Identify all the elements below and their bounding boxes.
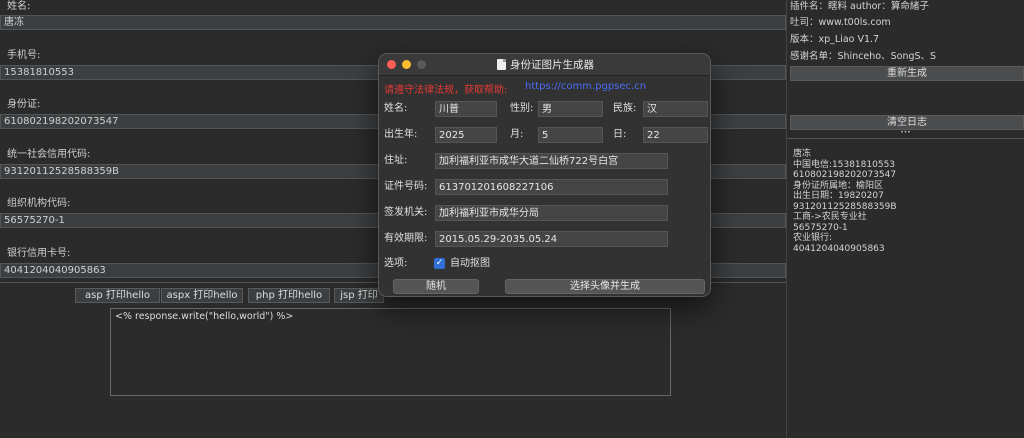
dlg-name-label: 姓名: — [384, 103, 408, 114]
asp-hello-button[interactable]: asp 打印hello — [75, 288, 160, 303]
split-grip[interactable]: ••• — [787, 130, 1024, 138]
dialog-title-text: 身份证图片生成器 — [510, 59, 594, 71]
log-line: 610802198202073547 — [793, 170, 897, 180]
website-info: 吐司：www.t00ls.com — [790, 17, 891, 28]
credit-code-label: 统一社会信用代码: — [7, 149, 91, 160]
log-line: 出生日期：19820207 — [793, 191, 884, 201]
dialog-title: 身份证图片生成器 — [497, 54, 594, 76]
dlg-day-input[interactable]: 22 — [643, 127, 708, 143]
name-label: 姓名: — [7, 1, 31, 12]
log-line: 93120112528588359B — [793, 201, 897, 212]
log-line: 56575270-1 — [793, 222, 848, 233]
jsp-hello-button[interactable]: jsp 打印 — [334, 288, 384, 303]
plugin-info: 插件名：瞎料 author：算命緒子 — [790, 1, 929, 12]
dialog-titlebar[interactable]: 身份证图片生成器 — [379, 54, 710, 76]
id-card-generator-dialog: 身份证图片生成器 请遵守法律法规，获取帮助: https://comm.pgps… — [378, 53, 711, 297]
auto-crop-label[interactable]: 自动抠图 — [450, 256, 490, 272]
dlg-options-label: 选项: — [384, 258, 408, 269]
dlg-ethnicity-input[interactable]: 汉 — [643, 101, 708, 117]
log-line: 4041204040905863 — [793, 243, 885, 254]
minimize-window-icon[interactable] — [402, 60, 411, 69]
dlg-gender-input[interactable]: 男 — [538, 101, 603, 117]
law-warning: 请遵守法律法规，获取帮助: — [384, 85, 508, 96]
auto-crop-checkbox[interactable]: ✓ — [434, 258, 445, 269]
phone-label: 手机号: — [7, 50, 41, 61]
dlg-address-input[interactable]: 加利福利亚市成华大道二仙桥722号白宫 — [435, 153, 668, 169]
log-line: 农业银行: — [793, 233, 833, 243]
dlg-day-label: 日: — [613, 129, 627, 140]
dlg-validity-label: 有效期限: — [384, 233, 428, 244]
dlg-issuer-input[interactable]: 加利福利亚市成华分局 — [435, 205, 668, 221]
close-window-icon[interactable] — [387, 60, 396, 69]
dlg-address-label: 住址: — [384, 155, 408, 166]
thanks-info: 感谢名单：Shinceho、SongS、S — [790, 51, 937, 62]
dlg-id-number-label: 证件号码: — [384, 181, 428, 192]
dlg-month-input[interactable]: 5 — [538, 127, 603, 143]
log-line: 唐冻 — [793, 149, 812, 159]
aspx-hello-button[interactable]: aspx 打印hello — [161, 288, 243, 303]
document-icon — [497, 59, 506, 70]
right-panel: 插件名：瞎料 author：算命緒子 吐司：www.t00ls.com 版本：x… — [787, 0, 1024, 438]
random-button[interactable]: 随机 — [393, 279, 479, 294]
zoom-window-icon[interactable] — [417, 60, 426, 69]
log-line: 工商->农民专业社 — [793, 212, 867, 222]
dlg-birth-year-input[interactable]: 2025 — [435, 127, 497, 143]
dlg-birth-year-label: 出生年: — [384, 129, 418, 140]
id-card-label: 身份证: — [7, 99, 41, 110]
org-code-label: 组织机构代码: — [7, 198, 71, 209]
version-info: 版本：xp_Liao V1.7 — [790, 34, 880, 45]
clear-log-button[interactable]: 清空日志 — [790, 115, 1024, 130]
choose-avatar-generate-button[interactable]: 选择头像并生成 — [505, 279, 705, 294]
dlg-issuer-label: 签发机关: — [384, 207, 428, 218]
dlg-gender-label: 性别: — [510, 103, 534, 114]
php-hello-button[interactable]: php 打印hello — [248, 288, 330, 303]
dlg-ethnicity-label: 民族: — [613, 103, 637, 114]
code-textarea[interactable]: <% response.write("hello,world") %> — [110, 308, 671, 396]
regenerate-button[interactable]: 重新生成 — [790, 66, 1024, 81]
log-line: 中国电信:15381810553 — [793, 159, 896, 170]
name-input[interactable]: 唐冻 — [0, 15, 786, 30]
help-link[interactable]: https://comm.pgpsec.cn — [525, 81, 646, 92]
dlg-id-number-input[interactable]: 613701201608227106 — [435, 179, 668, 195]
log-area[interactable]: 唐冻 中国电信:15381810553 610802198202073547 身… — [787, 138, 1024, 438]
dlg-name-input[interactable]: 川普 — [435, 101, 497, 117]
log-line: 身份证所属地：榆阳区 — [793, 180, 884, 191]
bank-card-label: 银行信用卡号: — [7, 248, 71, 259]
dlg-month-label: 月: — [510, 129, 524, 140]
dlg-validity-input[interactable]: 2015.05.29-2035.05.24 — [435, 231, 668, 247]
